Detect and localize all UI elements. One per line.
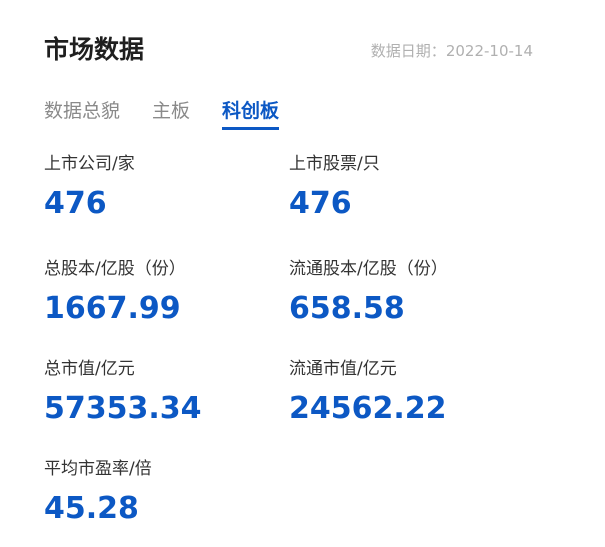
stat-label: 总股本/亿股（份） — [44, 259, 186, 279]
stat-value: 45.28 — [44, 491, 139, 526]
stat-total-shares: 总股本/亿股（份） 1667.99 — [44, 258, 186, 328]
market-tabs: 数据总貌 主板 科创板 — [44, 96, 311, 130]
stat-listed-companies: 上市公司/家 476 — [44, 153, 135, 223]
stat-label: 流通市值/亿元 — [289, 359, 397, 379]
stat-float-market-value: 流通市值/亿元 24562.22 — [289, 358, 447, 428]
data-date: 数据日期：2022-10-14 — [371, 40, 533, 61]
stat-avg-pe-ratio: 平均市盈率/倍 45.28 — [44, 458, 152, 528]
tab-main-board[interactable]: 主板 — [152, 96, 190, 127]
stat-label: 上市股票/只 — [289, 154, 380, 174]
stat-total-market-value: 总市值/亿元 57353.34 — [44, 358, 202, 428]
stat-label: 平均市盈率/倍 — [44, 459, 152, 479]
stat-value: 57353.34 — [44, 391, 202, 426]
stat-value: 658.58 — [289, 291, 405, 326]
stat-label: 总市值/亿元 — [44, 359, 135, 379]
stat-value: 1667.99 — [44, 291, 181, 326]
data-date-value: 2022-10-14 — [445, 42, 533, 60]
stat-float-shares: 流通股本/亿股（份） 658.58 — [289, 258, 448, 328]
tab-overview[interactable]: 数据总貌 — [44, 96, 120, 127]
stat-label: 流通股本/亿股（份） — [289, 259, 448, 279]
stat-value: 24562.22 — [289, 391, 447, 426]
data-date-label: 数据日期： — [370, 42, 446, 60]
stat-listed-stocks: 上市股票/只 476 — [289, 153, 380, 223]
stat-label: 上市公司/家 — [44, 154, 135, 174]
page-title: 市场数据 — [44, 35, 145, 64]
stat-value: 476 — [44, 186, 107, 221]
tab-star-market[interactable]: 科创板 — [222, 96, 280, 130]
stat-value: 476 — [289, 186, 352, 221]
